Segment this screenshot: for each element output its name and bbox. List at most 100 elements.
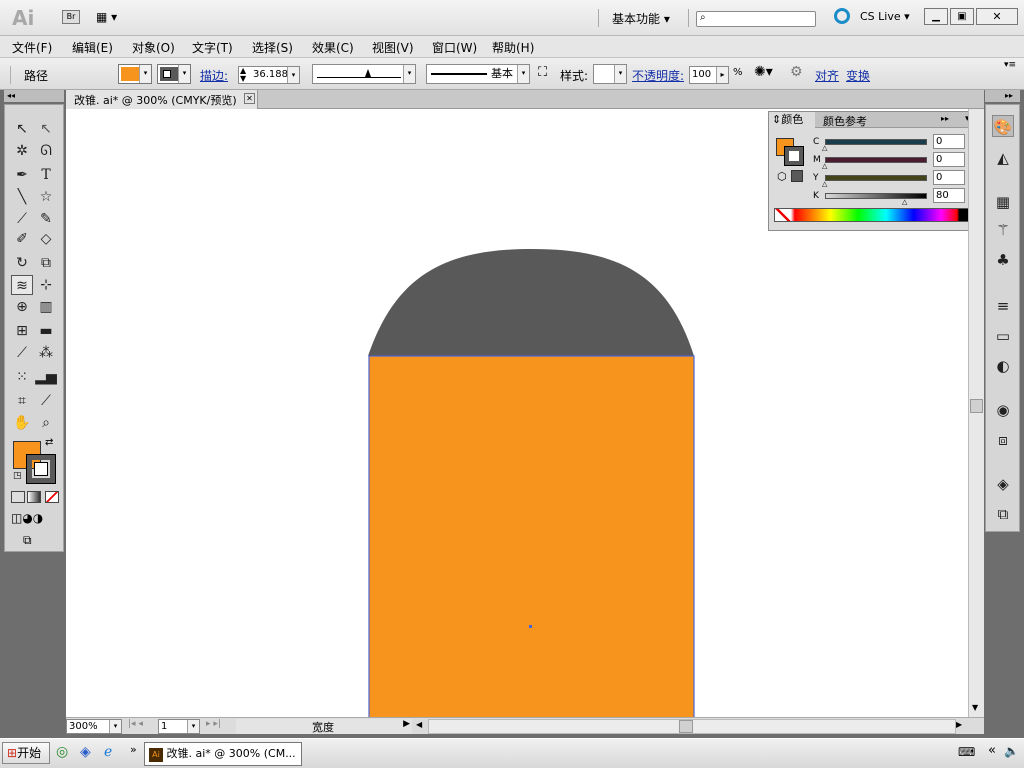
- workspace-switcher[interactable]: 基本功能 ▾: [612, 10, 670, 27]
- graphic-style-dropdown[interactable]: ▾: [593, 64, 627, 84]
- eraser-tool-icon[interactable]: ◇: [35, 229, 57, 249]
- scroll-down-arrow[interactable]: ▼: [972, 703, 978, 712]
- selection-tool-icon[interactable]: ↖: [11, 119, 33, 139]
- symbol-sprayer-tool-icon[interactable]: ⁙: [11, 367, 33, 387]
- channel-y-slider[interactable]: [825, 175, 927, 181]
- menu-object[interactable]: 对象(O): [132, 39, 175, 56]
- default-fill-stroke-icon[interactable]: ◳: [13, 471, 22, 481]
- drawing-modes-icon[interactable]: ◫◕◑: [11, 511, 43, 525]
- brushes-icon[interactable]: ⚚: [992, 219, 1014, 241]
- none-mode-icon[interactable]: [45, 491, 59, 503]
- quicklaunch-icon-2[interactable]: ◈: [80, 744, 91, 760]
- star-tool-icon[interactable]: ☆: [35, 187, 57, 207]
- artboard-number-dropdown[interactable]: 1 ▾: [158, 719, 200, 734]
- menu-select[interactable]: 选择(S): [252, 39, 293, 56]
- swatches-icon[interactable]: ▦: [992, 191, 1014, 213]
- right-panel-collapse-bar[interactable]: ▸▸: [985, 90, 1020, 102]
- tab-color[interactable]: ⇕颜色: [769, 112, 815, 129]
- channel-m-input[interactable]: 0: [933, 152, 965, 167]
- color-spectrum-bar[interactable]: [774, 208, 974, 222]
- search-input[interactable]: ⌕: [696, 11, 816, 27]
- channel-y-input[interactable]: 0: [933, 170, 965, 185]
- blend-tool-icon[interactable]: ⁂: [35, 343, 57, 363]
- none-color-swatch[interactable]: [775, 209, 791, 221]
- taskbar-illustrator-item[interactable]: Ai 改锥. ai* @ 300% (CM...: [144, 742, 302, 766]
- menu-help[interactable]: 帮助(H): [492, 39, 534, 56]
- control-bar-menu-icon[interactable]: ▾≡: [1004, 60, 1016, 70]
- eyedropper-tool-icon[interactable]: ⟋: [11, 343, 33, 363]
- gradient-panel-icon[interactable]: ▭: [992, 325, 1014, 347]
- arrange-documents-button[interactable]: ▦ ▾: [96, 10, 130, 25]
- horizontal-scrollbar[interactable]: [428, 719, 956, 734]
- color-guide-icon[interactable]: ◭: [992, 147, 1014, 169]
- fill-color-dropdown[interactable]: ▾: [118, 64, 152, 84]
- swap-fill-stroke-icon[interactable]: ⇄: [45, 437, 53, 448]
- minimize-button[interactable]: ▁: [924, 8, 948, 25]
- layers-icon[interactable]: ◈: [992, 473, 1014, 495]
- graphic-styles-icon[interactable]: ⧈: [992, 429, 1014, 451]
- vertical-scrollbar[interactable]: ▼: [968, 109, 984, 717]
- quicklaunch-more-icon[interactable]: »: [130, 743, 137, 756]
- line-tool-icon[interactable]: ╲: [11, 187, 33, 207]
- panel-stroke-swatch[interactable]: [784, 146, 804, 166]
- bridge-button[interactable]: Br: [62, 10, 80, 24]
- free-transform-tool-icon[interactable]: ⊹: [35, 275, 57, 295]
- menu-window[interactable]: 窗口(W): [432, 39, 477, 56]
- hscroll-right-arrow[interactable]: ▶: [956, 720, 962, 729]
- zoom-tool-icon[interactable]: ⌕: [35, 413, 57, 433]
- channel-m-slider[interactable]: [825, 157, 927, 163]
- start-button[interactable]: ⊞开始: [2, 742, 50, 764]
- scale-tool-icon[interactable]: ⧉: [35, 253, 57, 273]
- direct-selection-tool-icon[interactable]: ↖: [35, 119, 57, 139]
- recolor-artwork-icon[interactable]: ✺▾: [754, 64, 773, 80]
- ie-quicklaunch-icon[interactable]: ℯ: [104, 744, 112, 760]
- slice-tool-icon[interactable]: ⟋: [35, 391, 57, 411]
- artboard-tool-icon[interactable]: ⌗: [11, 391, 33, 411]
- menu-edit[interactable]: 编辑(E): [72, 39, 113, 56]
- transparency-panel-icon[interactable]: ◐: [992, 355, 1014, 377]
- first-artboard-icon[interactable]: |◂ ◂: [128, 719, 143, 729]
- panel-collapse-icon[interactable]: ▸▸: [941, 114, 949, 123]
- transform-link[interactable]: 变换: [846, 67, 870, 84]
- stepper-icon[interactable]: ▲ ▼: [240, 67, 246, 83]
- stroke-swatch[interactable]: [26, 454, 56, 484]
- left-panel-collapse-bar[interactable]: ◂◂: [4, 90, 64, 102]
- stroke-weight-input[interactable]: ▲ ▼ 36.188 ▾: [238, 66, 300, 84]
- status-info-menu[interactable]: 宽度 ▶: [236, 719, 412, 734]
- hscroll-thumb[interactable]: [679, 720, 693, 733]
- close-button[interactable]: ✕: [976, 8, 1018, 25]
- tab-color-guide[interactable]: 颜色参考: [823, 113, 867, 129]
- opacity-input[interactable]: 100 ▸: [689, 66, 729, 84]
- screen-mode-icon[interactable]: ⧉: [23, 533, 47, 547]
- color-panel-icon[interactable]: 🎨: [992, 115, 1014, 137]
- hand-tool-icon[interactable]: ✋: [11, 413, 33, 433]
- tray-expand-icon[interactable]: «: [988, 743, 996, 758]
- isolate-icon[interactable]: ⚙: [790, 64, 803, 80]
- hscroll-left-arrow[interactable]: ◀: [416, 720, 422, 729]
- stroke-label[interactable]: 描边:: [200, 67, 228, 84]
- zoom-dropdown[interactable]: 300% ▾: [66, 719, 122, 734]
- web-safe-swatch[interactable]: [791, 170, 803, 182]
- stroke-color-dropdown[interactable]: ▾: [157, 64, 191, 84]
- menu-effect[interactable]: 效果(C): [312, 39, 354, 56]
- cslive-button[interactable]: CS Live ▾: [860, 10, 910, 23]
- maximize-button[interactable]: ▣: [950, 8, 974, 25]
- shape-builder-tool-icon[interactable]: ⊕: [11, 297, 33, 317]
- brush-definition-dropdown[interactable]: 基本 ▾: [426, 64, 530, 84]
- lasso-tool-icon[interactable]: ᘏ: [35, 141, 57, 161]
- column-graph-tool-icon[interactable]: ▂▅: [35, 367, 57, 387]
- menu-file[interactable]: 文件(F): [12, 39, 52, 56]
- width-tool-icon[interactable]: ≋: [11, 275, 33, 295]
- menu-type[interactable]: 文字(T): [192, 39, 233, 56]
- gradient-tool-icon[interactable]: ▬: [35, 321, 57, 341]
- align-link[interactable]: 对齐: [815, 67, 839, 84]
- magic-wand-tool-icon[interactable]: ✲: [11, 141, 33, 161]
- color-mode-icon[interactable]: [11, 491, 25, 503]
- opacity-label[interactable]: 不透明度:: [632, 67, 684, 84]
- pencil-tool-icon[interactable]: ✎: [35, 209, 57, 229]
- align-stroke-icon[interactable]: ⛶: [538, 65, 547, 80]
- keyboard-tray-icon[interactable]: ⌨: [958, 745, 975, 759]
- channel-k-slider[interactable]: [825, 193, 927, 199]
- artboards-icon[interactable]: ⧉: [992, 503, 1014, 525]
- perspective-grid-tool-icon[interactable]: ▥: [35, 297, 57, 317]
